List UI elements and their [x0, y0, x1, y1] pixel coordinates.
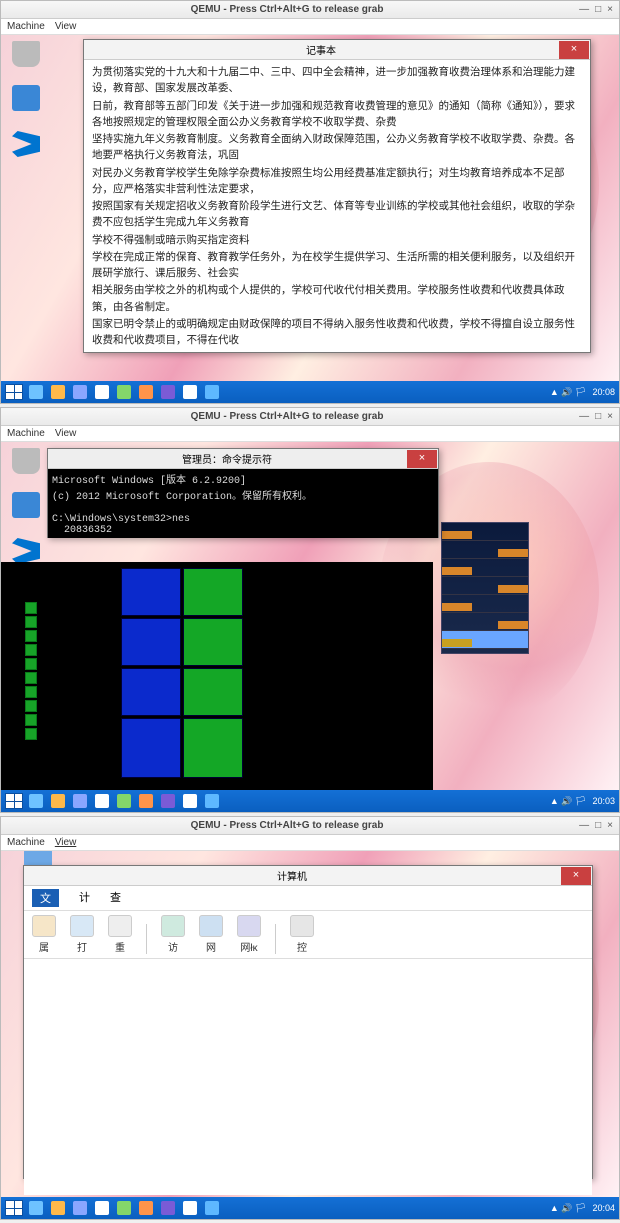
tray-icons[interactable]: ▲ 🔊 🏳: [550, 387, 587, 398]
desktop-icon-recycle[interactable]: [9, 448, 43, 488]
menu-view[interactable]: View: [55, 21, 77, 32]
menu-machine[interactable]: Machine: [7, 837, 45, 848]
text-line: 校内学生宿舍和社会力量举办的校外学生公寓，均不得强制提供相关生活服务或将服务性收…: [92, 350, 582, 352]
text-line: 国家已明令禁止的或明确规定由财政保障的项目不得纳入服务性收费和代收费，学校不得擅…: [92, 316, 582, 349]
qemu-close-button[interactable]: ×: [607, 4, 613, 15]
qemu-min-button[interactable]: —: [579, 820, 589, 831]
explorer-content[interactable]: [24, 959, 592, 1195]
desktop-icon-vscode[interactable]: [9, 131, 43, 171]
taskbar-clock[interactable]: 20:03: [592, 796, 615, 806]
taskbar-icon[interactable]: [29, 1201, 43, 1215]
qemu-title: QEMU - Press Ctrl+Alt+G to release grab: [1, 820, 573, 831]
taskbar-icon[interactable]: [117, 385, 131, 399]
menu-view[interactable]: View: [55, 428, 77, 439]
taskbar-icon[interactable]: [95, 1201, 109, 1215]
explorer-title: 计算机: [24, 868, 560, 883]
start-button[interactable]: [5, 1200, 23, 1216]
taskbar-clock[interactable]: 20:08: [592, 387, 615, 397]
game-window-small[interactable]: [441, 522, 529, 654]
tray-icons[interactable]: ▲ 🔊 🏳: [550, 1203, 587, 1214]
cmd-title: 管理员：命令提示符: [48, 451, 406, 466]
qemu-max-button[interactable]: □: [595, 820, 601, 831]
explorer-window[interactable]: 计算机 × 文 计 查 属 打 重 访 网 网łĸ 控: [23, 865, 593, 1179]
taskbar-icon[interactable]: [205, 385, 219, 399]
tool-rename[interactable]: 重: [108, 915, 132, 954]
text-line: 相关服务由学校之外的机构或个人提供的，学校可代收代付相关费用。学校服务性收费和代…: [92, 282, 582, 315]
taskbar-icon[interactable]: [139, 794, 153, 808]
taskbar-icon[interactable]: [73, 385, 87, 399]
taskbar-icon[interactable]: [29, 794, 43, 808]
tool-network[interactable]: 网: [199, 915, 223, 954]
notepad-textarea[interactable]: 为贯彻落实党的十九大和十九届二中、三中、四中全会精神，进一步加强教育收费治理体系…: [84, 60, 590, 352]
taskbar-icon[interactable]: [183, 794, 197, 808]
desktop-icon-computer[interactable]: [9, 492, 43, 532]
taskbar-icon[interactable]: [117, 794, 131, 808]
taskbar-clock[interactable]: 20:04: [592, 1203, 615, 1213]
menu-machine[interactable]: Machine: [7, 21, 45, 32]
desktop-icon-recycle[interactable]: [9, 41, 43, 81]
taskbar-icon[interactable]: [51, 385, 65, 399]
text-line: 学校不得强制或暗示购买指定资料: [92, 232, 582, 248]
start-button[interactable]: [5, 793, 23, 809]
menu-file[interactable]: 文: [32, 889, 59, 907]
taskbar-icon[interactable]: [95, 385, 109, 399]
desktop-icon-computer[interactable]: [9, 85, 43, 125]
notepad-window[interactable]: 记事本 × 为贯彻落实党的十九大和十九届二中、三中、四中全会精神，进一步加强教育…: [83, 39, 591, 353]
taskbar-icon[interactable]: [205, 794, 219, 808]
start-button[interactable]: [5, 384, 23, 400]
qemu-min-button[interactable]: —: [579, 411, 589, 422]
tetris-grid: [121, 568, 309, 782]
text-line: 按照国家有关规定招收义务教育阶段学生进行文艺、体育等专业训练的学校或其他社会组织…: [92, 198, 582, 231]
taskbar-icon[interactable]: [51, 1201, 65, 1215]
tool-control[interactable]: 控: [290, 915, 314, 954]
taskbar-icon[interactable]: [139, 1201, 153, 1215]
taskbar-icon[interactable]: [161, 1201, 175, 1215]
qemu-close-button[interactable]: ×: [607, 820, 613, 831]
menu-view2[interactable]: 查: [110, 889, 121, 907]
qemu-title: QEMU - Press Ctrl+Alt+G to release grab: [1, 4, 573, 15]
taskbar-icon[interactable]: [117, 1201, 131, 1215]
tool-web[interactable]: 网łĸ: [237, 915, 261, 954]
text-line: 坚持实施九年义务教育制度。义务教育全面纳入财政保障范围，公办义务教育学校不收取学…: [92, 131, 582, 164]
game-area[interactable]: [1, 562, 433, 790]
cmd-output[interactable]: Microsoft Windows [版本 6.2.9200] (c) 2012…: [48, 469, 438, 538]
close-icon[interactable]: ×: [561, 867, 591, 885]
qemu-close-button[interactable]: ×: [607, 411, 613, 422]
taskbar-icon[interactable]: [139, 385, 153, 399]
text-line: 学校在完成正常的保育、教育教学任务外，为在校学生提供学习、生活所需的相关便利服务…: [92, 249, 582, 282]
tool-access[interactable]: 访: [161, 915, 185, 954]
taskbar-icon[interactable]: [161, 794, 175, 808]
tetris-stack: [25, 568, 115, 782]
explorer-toolbar: 属 打 重 访 网 网łĸ 控: [24, 911, 592, 959]
qemu-max-button[interactable]: □: [595, 4, 601, 15]
taskbar-icon[interactable]: [29, 385, 43, 399]
taskbar-icon[interactable]: [51, 794, 65, 808]
taskbar-icon[interactable]: [183, 1201, 197, 1215]
qemu-max-button[interactable]: □: [595, 411, 601, 422]
cmd-window[interactable]: 管理员：命令提示符 × Microsoft Windows [版本 6.2.92…: [47, 448, 439, 538]
tray-icons[interactable]: ▲ 🔊 🏳: [550, 796, 587, 807]
text-line: 日前，教育部等五部门印发《关于进一步加强和规范教育收费管理的意见》的通知（简称《…: [92, 98, 582, 131]
close-icon[interactable]: ×: [407, 450, 437, 468]
menu-calc[interactable]: 计: [79, 889, 90, 907]
taskbar-icon[interactable]: [161, 385, 175, 399]
taskbar-icon[interactable]: [95, 794, 109, 808]
taskbar-icon[interactable]: [73, 794, 87, 808]
taskbar-icon[interactable]: [73, 1201, 87, 1215]
qemu-title: QEMU - Press Ctrl+Alt+G to release grab: [1, 411, 573, 422]
tool-open[interactable]: 打: [70, 915, 94, 954]
text-line: 对民办义务教育学校学生免除学杂费标准按照生均公用经费基准定额执行；对生均教育培养…: [92, 165, 582, 198]
text-line: 为贯彻落实党的十九大和十九届二中、三中、四中全会精神，进一步加强教育收费治理体系…: [92, 64, 582, 97]
close-icon[interactable]: ×: [559, 41, 589, 59]
taskbar-icon[interactable]: [183, 385, 197, 399]
taskbar-icon[interactable]: [205, 1201, 219, 1215]
tool-properties[interactable]: 属: [32, 915, 56, 954]
menu-view[interactable]: View: [55, 837, 77, 848]
qemu-min-button[interactable]: —: [579, 4, 589, 15]
notepad-title: 记事本: [84, 42, 558, 57]
menu-machine[interactable]: Machine: [7, 428, 45, 439]
